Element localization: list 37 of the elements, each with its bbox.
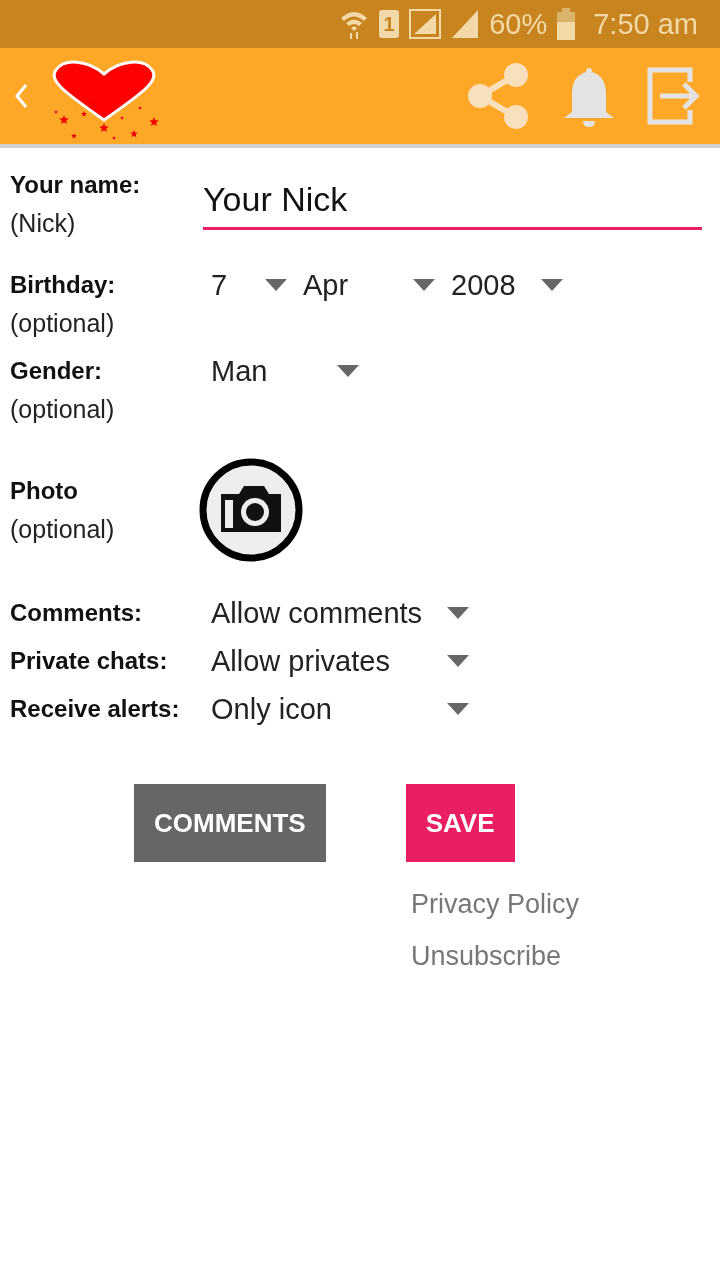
field-hint: (optional) (10, 514, 116, 545)
dropdown[interactable]: 7 (211, 266, 287, 304)
field-label: Birthday: (10, 270, 117, 300)
field-label: Receive alerts: (10, 694, 181, 724)
dropdown-caret-icon (413, 279, 435, 291)
signal-icon (451, 9, 480, 39)
dropdown[interactable]: 2008 (451, 266, 563, 304)
field-label: Your name: (10, 170, 142, 200)
clock: 7:50 am (593, 7, 698, 41)
back-icon[interactable] (14, 82, 28, 110)
field-hint: (Nick) (10, 208, 77, 239)
dropdown[interactable]: Man (211, 352, 359, 390)
dropdown[interactable]: Allow comments (211, 594, 469, 632)
field-hint: (optional) (10, 308, 116, 339)
dropdown-caret-icon (447, 655, 469, 667)
camera-icon[interactable] (199, 458, 303, 562)
dropdown-caret-icon (447, 703, 469, 715)
field-label: Comments: (10, 598, 143, 628)
save-button[interactable]: SAVE (405, 784, 515, 862)
field-hint: (optional) (10, 394, 116, 425)
field-label: Private chats: (10, 646, 169, 676)
signal-icon (409, 9, 442, 39)
link[interactable]: Unsubscribe (411, 938, 720, 974)
dropdown-caret-icon (265, 279, 287, 291)
comments-button[interactable]: COMMENTS (134, 784, 326, 862)
dropdown-caret-icon (447, 607, 469, 619)
sim-icon: 1 (379, 10, 400, 38)
field-label: Photo (10, 476, 79, 506)
battery-level: 60% (489, 7, 548, 41)
dropdown[interactable]: Apr (303, 266, 435, 304)
dropdown-caret-icon (541, 279, 563, 291)
dropdown[interactable]: Only icon (211, 690, 469, 728)
field-label: Gender: (10, 356, 103, 386)
dropdown[interactable]: Allow privates (211, 642, 469, 680)
link[interactable]: Privacy Policy (411, 886, 720, 922)
battery-icon (557, 8, 576, 40)
dropdown-caret-icon (337, 365, 359, 377)
